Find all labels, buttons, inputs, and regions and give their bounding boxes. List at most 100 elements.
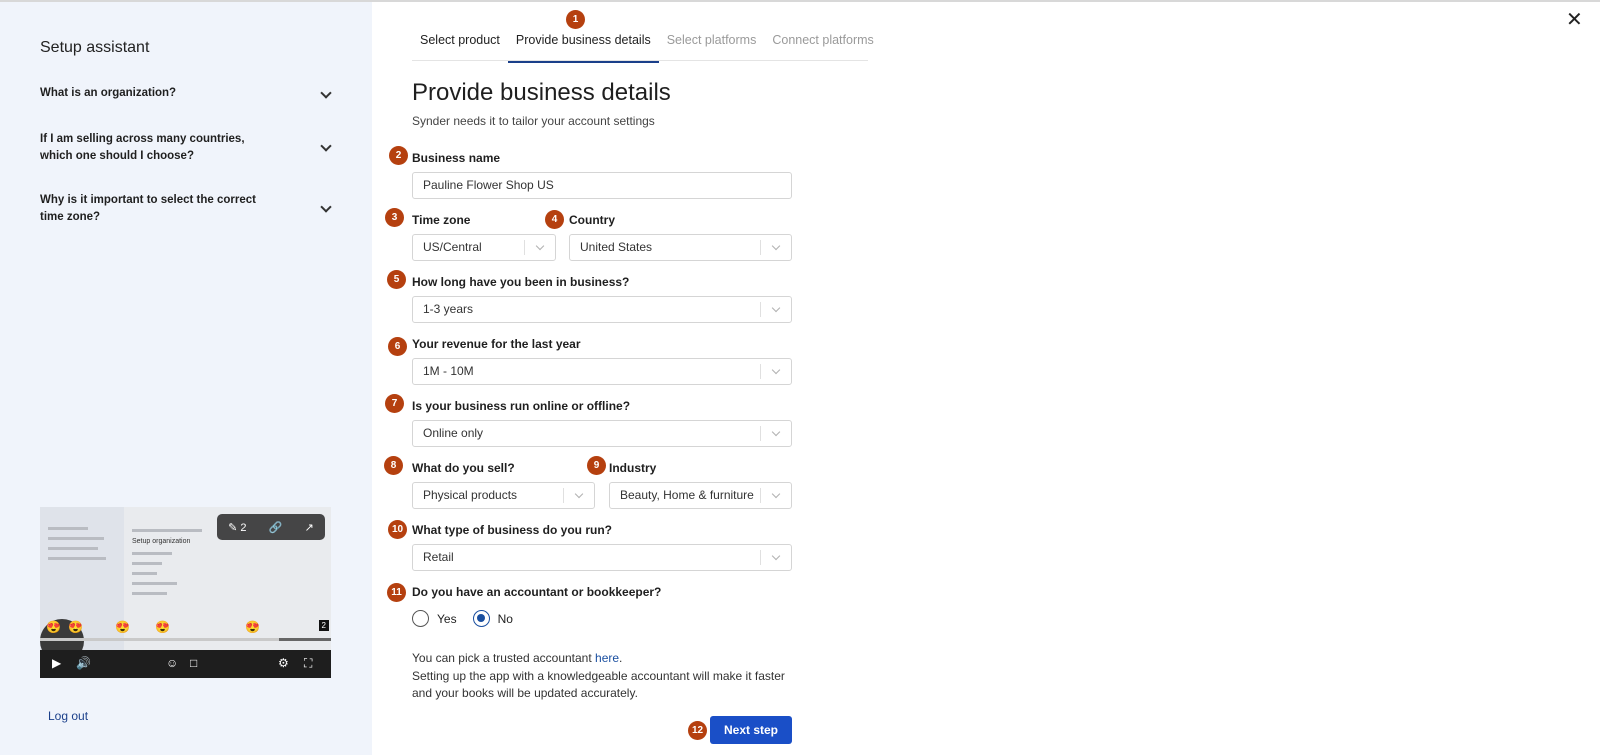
years-value: 1-3 years xyxy=(423,302,474,316)
business-name-value: Pauline Flower Shop US xyxy=(423,178,554,192)
select-divider xyxy=(760,426,761,441)
annotation-marker: 2 xyxy=(389,146,408,165)
accountant-info: You can pick a trusted accountant here. … xyxy=(412,650,832,703)
select-divider xyxy=(760,302,761,317)
chevron-down-icon xyxy=(771,427,781,437)
accountant-here-link[interactable]: here xyxy=(595,651,619,665)
wizard-steps: Select product Provide business details … xyxy=(412,33,882,63)
online-value: Online only xyxy=(423,426,484,440)
external-link-icon[interactable]: ↗ xyxy=(305,521,314,534)
time-zone-label: Time zone xyxy=(412,213,471,227)
tab-select-product[interactable]: Select product xyxy=(412,33,508,63)
steps-divider xyxy=(412,60,868,61)
industry-label: Industry xyxy=(609,461,657,475)
info-prefix: You can pick a trusted accountant xyxy=(412,651,596,665)
chevron-down-icon xyxy=(320,87,332,99)
chevron-down-icon xyxy=(535,241,545,251)
country-select[interactable]: United States xyxy=(569,234,792,261)
years-in-business-select[interactable]: 1-3 years xyxy=(412,296,792,323)
next-step-button[interactable]: Next step xyxy=(710,716,792,744)
faq-question: What is an organization? xyxy=(40,87,177,99)
revenue-select[interactable]: 1M - 10M xyxy=(412,358,792,385)
select-divider xyxy=(760,550,761,565)
emoji-reaction-icon: 😍 xyxy=(46,620,61,634)
emoji-icon[interactable]: ☺ xyxy=(166,656,178,670)
select-divider xyxy=(760,240,761,255)
online-offline-select[interactable]: Online only xyxy=(412,420,792,447)
tab-select-platforms: Select platforms xyxy=(666,33,757,47)
emoji-reaction-icon: 😍 xyxy=(68,620,83,634)
video-frame: Setup organization ✎ 2 🔗 ↗ 😍 😍 😍 😍 😍 2 xyxy=(40,507,331,663)
business-name-label: Business name xyxy=(412,151,501,165)
fullscreen-icon[interactable]: ⛶ xyxy=(304,656,312,671)
annotation-marker: 1 xyxy=(566,10,585,29)
annotation-marker: 9 xyxy=(587,456,606,475)
faq-item-timezone[interactable]: Why is it important to select the correc… xyxy=(40,192,332,226)
annotation-marker: 6 xyxy=(388,337,407,356)
chevron-down-icon xyxy=(771,551,781,561)
info-line-3: and your books will be updated accuratel… xyxy=(412,686,638,700)
faq-question: Why is it important to select the correc… xyxy=(40,194,256,223)
radio-no-label[interactable]: No xyxy=(498,612,513,626)
radio-yes-label[interactable]: Yes xyxy=(437,612,457,626)
logout-link[interactable]: Log out xyxy=(48,709,88,723)
revenue-value: 1M - 10M xyxy=(423,364,474,378)
business-type-label: What type of business do you run? xyxy=(412,523,613,537)
link-icon[interactable]: 🔗 xyxy=(269,521,283,534)
select-divider xyxy=(760,364,761,379)
chevron-down-icon xyxy=(320,201,332,213)
video-progress-fill xyxy=(40,638,279,641)
play-icon[interactable]: ▶ xyxy=(52,656,61,670)
time-zone-select[interactable]: US/Central xyxy=(412,234,556,261)
annotation-marker: 5 xyxy=(387,270,406,289)
sidebar-title: Setup assistant xyxy=(40,39,150,56)
accountant-label: Do you have an accountant or bookkeeper? xyxy=(412,585,662,599)
annotation-marker: 11 xyxy=(387,583,406,602)
annotation-marker: 10 xyxy=(388,520,407,539)
select-divider xyxy=(524,240,525,255)
comment-icon[interactable]: ✎ 2 xyxy=(228,521,246,534)
business-type-value: Retail xyxy=(423,550,454,564)
radio-yes[interactable] xyxy=(412,610,429,627)
setup-assistant-sidebar: Setup assistant What is an organization?… xyxy=(0,2,372,755)
online-offline-label: Is your business run online or offline? xyxy=(412,399,631,413)
help-video-player[interactable]: Setup organization ✎ 2 🔗 ↗ 😍 😍 😍 😍 😍 2 ▶ xyxy=(40,507,331,678)
video-controls: ▶ 🔊 ☺ □ ⚙ ⛶ xyxy=(40,650,331,678)
industry-select[interactable]: Beauty, Home & furniture xyxy=(609,482,792,509)
what-sell-select[interactable]: Physical products xyxy=(412,482,595,509)
annotation-marker: 3 xyxy=(385,208,404,227)
video-title: Setup organization xyxy=(132,538,191,545)
chevron-down-icon xyxy=(320,140,332,152)
annotation-marker: 8 xyxy=(384,456,403,475)
faq-item-countries[interactable]: If I am selling across many countries, w… xyxy=(40,131,332,165)
select-divider xyxy=(760,488,761,503)
chevron-down-icon xyxy=(574,489,584,499)
page-subtitle: Synder needs it to tailor your account s… xyxy=(412,114,655,128)
years-in-business-label: How long have you been in business? xyxy=(412,275,630,289)
video-badge: 2 xyxy=(318,620,329,631)
time-zone-value: US/Central xyxy=(423,240,482,254)
faq-question: If I am selling across many countries, w… xyxy=(40,133,245,162)
emoji-reaction-icon: 😍 xyxy=(155,620,170,634)
chevron-down-icon xyxy=(771,241,781,251)
comment-count: 2 xyxy=(240,521,247,534)
settings-gear-icon[interactable]: ⚙ xyxy=(278,656,289,670)
emoji-reaction-icon: 😍 xyxy=(115,620,130,634)
faq-item-organization[interactable]: What is an organization? xyxy=(40,85,332,105)
video-progress-bar[interactable] xyxy=(40,638,331,641)
annotation-marker: 4 xyxy=(545,210,564,229)
industry-value: Beauty, Home & furniture xyxy=(620,488,754,502)
comment-icon[interactable]: □ xyxy=(190,656,197,670)
business-name-input[interactable]: Pauline Flower Shop US xyxy=(412,172,792,199)
business-type-select[interactable]: Retail xyxy=(412,544,792,571)
chevron-down-icon xyxy=(771,303,781,313)
tab-provide-business-details[interactable]: Provide business details xyxy=(507,33,659,63)
video-share-overlay: ✎ 2 🔗 ↗ xyxy=(217,514,325,540)
select-divider xyxy=(563,488,564,503)
page-title: Provide business details xyxy=(412,79,671,106)
info-line-2: Setting up the app with a knowledgeable … xyxy=(412,668,785,683)
close-icon[interactable]: ✕ xyxy=(1566,10,1583,30)
emoji-reaction-icon: 😍 xyxy=(245,620,260,634)
volume-icon[interactable]: 🔊 xyxy=(76,656,91,670)
radio-no[interactable] xyxy=(472,610,490,627)
